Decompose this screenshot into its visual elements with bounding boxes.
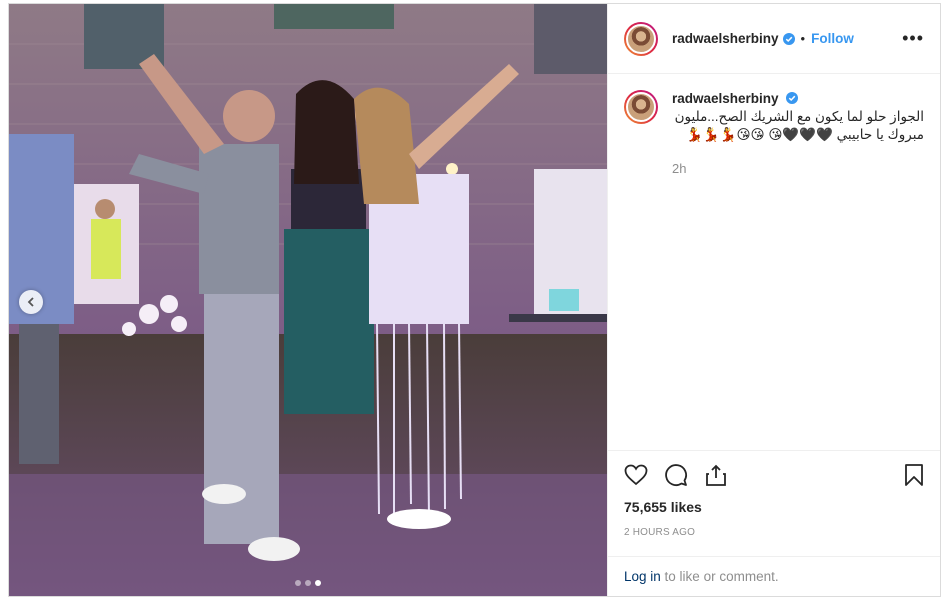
instagram-post: radwaelsherbiny • Follow ••• radwaelsher… <box>8 3 941 597</box>
comment-button[interactable] <box>664 463 688 487</box>
more-options-icon[interactable]: ••• <box>902 28 924 49</box>
party-photo <box>9 4 607 596</box>
carousel-dot <box>305 580 311 586</box>
chevron-left-icon <box>27 297 34 307</box>
comments-section: radwaelsherbiny الجواز حلو لما يكون مع ا… <box>608 74 940 434</box>
follow-separator: • <box>800 31 806 46</box>
carousel-indicator <box>9 580 607 586</box>
share-icon <box>706 464 726 486</box>
like-button[interactable] <box>624 464 648 486</box>
username-link[interactable]: radwaelsherbiny <box>672 31 779 46</box>
caption-text: الجواز حلو لما يكون مع الشريك الصح...ملي… <box>674 109 924 142</box>
likes-count[interactable]: 75,655 likes <box>624 499 924 515</box>
carousel-dot-active <box>315 580 321 586</box>
comment-icon <box>665 464 687 486</box>
post-header: radwaelsherbiny • Follow ••• <box>608 4 940 74</box>
post-photo[interactable] <box>9 4 607 596</box>
login-prompt-text: to like or comment. <box>660 569 779 584</box>
login-prompt: Log in to like or comment. <box>608 556 940 596</box>
verified-badge-icon <box>786 92 799 104</box>
caption: radwaelsherbiny الجواز حلو لما يكون مع ا… <box>624 90 924 178</box>
post-timestamp[interactable]: 2 HOURS AGO <box>624 527 924 538</box>
save-button[interactable] <box>904 463 924 487</box>
login-link[interactable]: Log in <box>624 569 661 584</box>
carousel-prev-button[interactable] <box>19 290 43 314</box>
avatar[interactable] <box>624 90 658 124</box>
post-sidebar: radwaelsherbiny • Follow ••• radwaelsher… <box>607 4 940 596</box>
follow-button[interactable]: Follow <box>811 31 854 46</box>
verified-badge-icon <box>782 32 795 45</box>
caption-timestamp[interactable]: 2h <box>672 160 924 178</box>
bookmark-icon <box>905 464 923 486</box>
share-button[interactable] <box>704 463 728 487</box>
heart-icon <box>624 464 648 486</box>
post-actions: 75,655 likes 2 HOURS AGO <box>608 450 940 538</box>
carousel-dot <box>295 580 301 586</box>
caption-username[interactable]: radwaelsherbiny <box>672 91 779 106</box>
avatar[interactable] <box>624 21 658 56</box>
